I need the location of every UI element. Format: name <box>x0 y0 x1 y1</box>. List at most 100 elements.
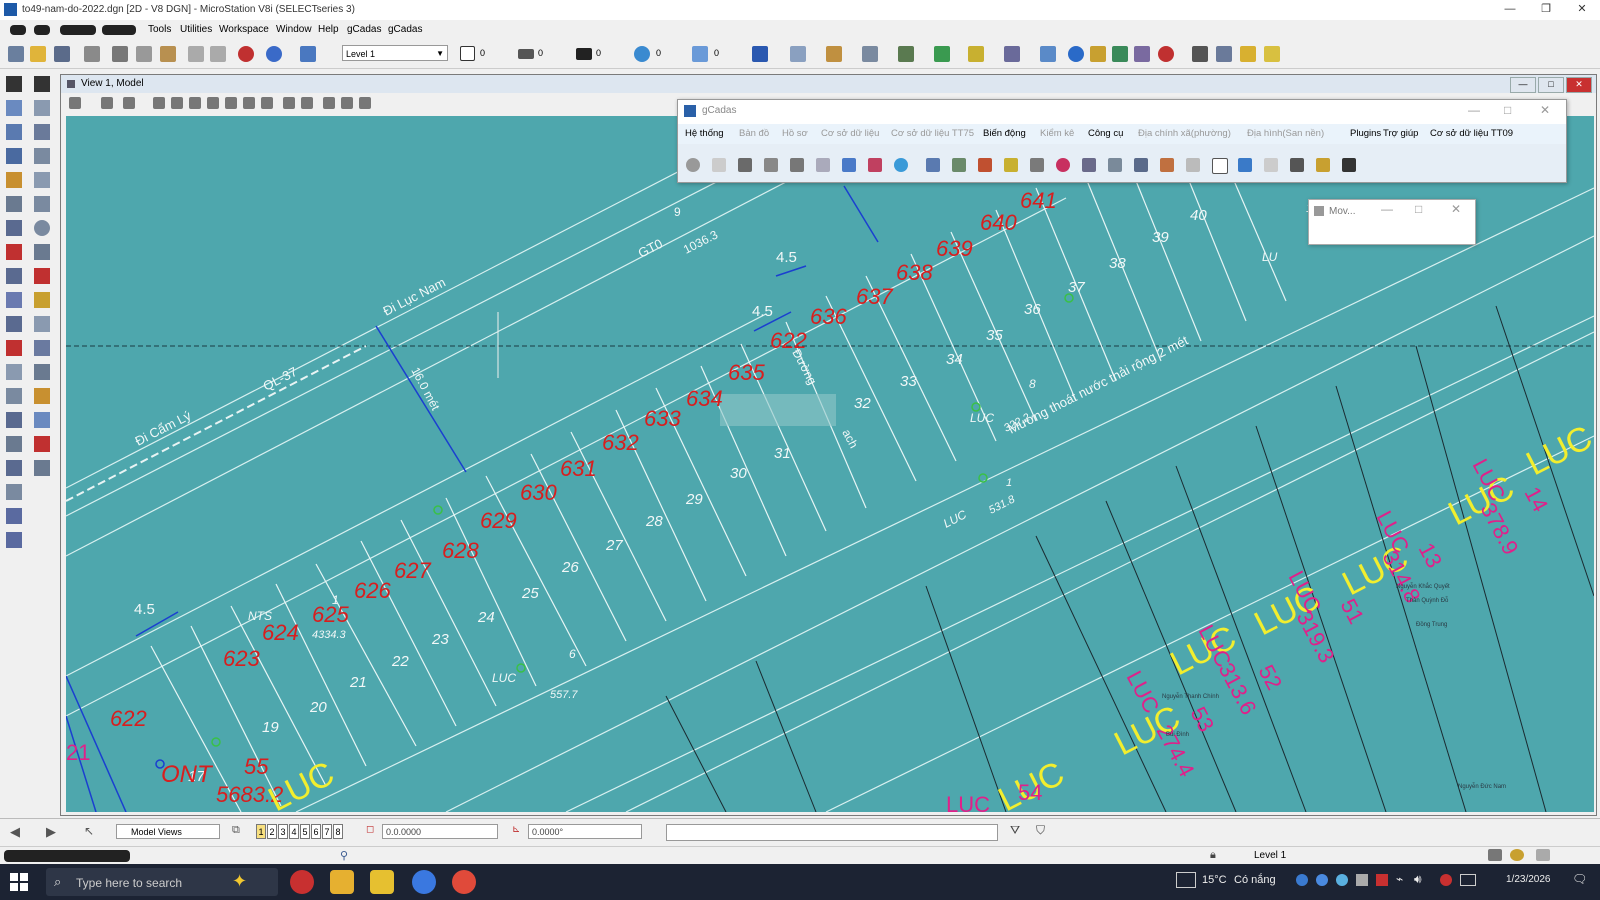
gcadas-menu-kiem-ke[interactable]: Kiểm kê <box>1040 128 1074 139</box>
rectangle-tool-icon[interactable] <box>34 172 50 188</box>
view-toggle-5[interactable]: 5 <box>300 824 310 839</box>
move-minimize-button[interactable]: — <box>1381 202 1393 216</box>
cut-icon[interactable] <box>112 46 128 62</box>
gcadas-menu-csdl-tt75[interactable]: Cơ sở dữ liệu TT75 <box>891 128 974 139</box>
trace-tool-icon[interactable] <box>6 460 22 476</box>
views-icon[interactable]: ⧉ <box>232 824 240 837</box>
tray-app-icon[interactable] <box>1336 874 1348 886</box>
zoom-box-icon[interactable] <box>34 460 50 476</box>
gcadas-chart-icon[interactable] <box>978 158 992 172</box>
gcadas-menu-dia-hinh[interactable]: Địa hình(San nền) <box>1247 128 1324 139</box>
view-icon[interactable] <box>752 46 768 62</box>
matrix-icon[interactable] <box>1192 46 1208 62</box>
clip-volume-icon[interactable] <box>341 97 353 109</box>
keyboard-icon[interactable] <box>1176 872 1196 888</box>
new-file-icon[interactable] <box>8 46 24 62</box>
level-manager-icon[interactable] <box>968 46 984 62</box>
rotate-view-icon[interactable] <box>243 97 255 109</box>
display-icon[interactable] <box>898 46 914 62</box>
render-icon[interactable] <box>123 97 135 109</box>
move-close-button[interactable]: ✕ <box>1451 202 1461 216</box>
lock-icon[interactable]: 🔒︎ <box>1210 849 1216 862</box>
file-explorer-icon[interactable] <box>330 870 354 894</box>
pointer-small-icon[interactable]: ↖ <box>84 824 94 838</box>
gcadas-globe-icon[interactable] <box>1056 158 1070 172</box>
select-element-icon[interactable] <box>6 76 22 92</box>
view-toggle-4[interactable]: 4 <box>289 824 299 839</box>
export-icon[interactable] <box>1264 46 1280 62</box>
fillet-tool-icon[interactable] <box>6 388 22 404</box>
gcadas-menu-ho-so[interactable]: Hồ sơ <box>782 128 808 139</box>
measure-tool-icon[interactable] <box>6 148 22 164</box>
delete-tool-icon[interactable] <box>6 244 22 260</box>
window-area-icon[interactable] <box>207 97 219 109</box>
menu-tools[interactable]: Tools <box>148 24 171 35</box>
gcadas-bars-icon[interactable] <box>1082 158 1096 172</box>
gcadas-maximize-button[interactable]: □ <box>1504 103 1511 117</box>
gcadas-pin-icon[interactable] <box>894 158 908 172</box>
transparency-icon[interactable] <box>634 46 650 62</box>
gcadas-blank-icon[interactable] <box>712 158 726 172</box>
tray-app-icon[interactable] <box>1440 874 1452 886</box>
gcadas-info-icon[interactable] <box>686 158 700 172</box>
stop-icon[interactable] <box>1158 46 1174 62</box>
accudraw-icon[interactable] <box>1040 46 1056 62</box>
gcadas-star-icon[interactable] <box>1316 158 1330 172</box>
folder-arrow-icon[interactable] <box>1240 46 1256 62</box>
menu-help[interactable]: Help <box>318 24 339 35</box>
view-maximize-button[interactable]: □ <box>1538 77 1564 93</box>
level-selector[interactable]: Level 1 ▼ <box>342 45 448 61</box>
fence-icon[interactable] <box>6 100 22 116</box>
tray-app-icon[interactable] <box>1316 874 1328 886</box>
arc-tool-icon[interactable] <box>6 196 22 212</box>
bentley-icon[interactable] <box>238 46 254 62</box>
view-toggle-1[interactable]: 1 <box>256 824 266 839</box>
gcadas-tools-icon[interactable] <box>1030 158 1044 172</box>
gcadas-export-icon[interactable] <box>952 158 966 172</box>
reference-icon[interactable] <box>790 46 806 62</box>
manipulate-tool-icon[interactable] <box>6 292 22 308</box>
update-view-icon[interactable] <box>153 97 165 109</box>
model-views-select[interactable]: Model Views <box>116 824 220 839</box>
save-icon[interactable] <box>54 46 70 62</box>
filter-icon[interactable]: ⛛ <box>1010 823 1020 838</box>
view-next-icon[interactable] <box>301 97 313 109</box>
camera-icon[interactable] <box>359 97 371 109</box>
gcadas-text-icon[interactable] <box>1212 158 1228 174</box>
gcadas-menu-co-so-du-lieu[interactable]: Cơ sở dữ liệu <box>821 128 879 139</box>
curve-small-icon[interactable] <box>6 532 22 548</box>
windows-start-icon[interactable] <box>10 873 28 891</box>
arc-small-icon[interactable] <box>6 508 22 524</box>
fit-view-icon[interactable] <box>225 97 237 109</box>
undo-icon[interactable] <box>188 46 204 62</box>
gcadas-save-icon[interactable] <box>1290 158 1304 172</box>
notification-icon[interactable]: 🗨︎ <box>1572 872 1587 886</box>
gcadas-grid-icon[interactable] <box>790 158 804 172</box>
view-toggle-7[interactable]: 7 <box>322 824 332 839</box>
extend-tool-icon[interactable] <box>34 340 50 356</box>
rotate-tool-icon[interactable] <box>6 316 22 332</box>
coordinate-field[interactable]: 0.0.0000 <box>382 824 498 839</box>
line-tool-icon[interactable] <box>34 124 50 140</box>
gcadas-menu-plugins[interactable]: Plugins <box>1350 128 1381 139</box>
forward-icon[interactable]: ▶ <box>46 824 56 840</box>
volume-icon[interactable]: 🔊︎ <box>1414 872 1422 887</box>
taskbar-search-box[interactable]: ⌕ Type here to search ✦ <box>46 868 278 896</box>
break-tool-icon[interactable] <box>6 412 22 428</box>
gcadas-search-icon[interactable] <box>764 158 778 172</box>
measure-icon[interactable] <box>1090 46 1106 62</box>
view-minimize-button[interactable]: — <box>1510 77 1536 93</box>
zalo-icon[interactable] <box>412 870 436 894</box>
menu-window[interactable]: Window <box>276 24 312 35</box>
view-attributes-icon[interactable] <box>69 97 81 109</box>
cell-tool-icon[interactable] <box>6 172 22 188</box>
zoom-out-icon[interactable] <box>189 97 201 109</box>
gcadas-menu-ban-do[interactable]: Bản đồ <box>739 128 769 139</box>
gcadas-home-icon[interactable] <box>1238 158 1252 172</box>
key-in-field[interactable] <box>666 824 998 841</box>
move-maximize-button[interactable]: □ <box>1415 202 1422 216</box>
app-taskbar-icon[interactable] <box>370 870 394 894</box>
path-tool-icon[interactable] <box>6 484 22 500</box>
pen-icon[interactable] <box>1216 46 1232 62</box>
dimension-icon[interactable] <box>6 124 22 140</box>
